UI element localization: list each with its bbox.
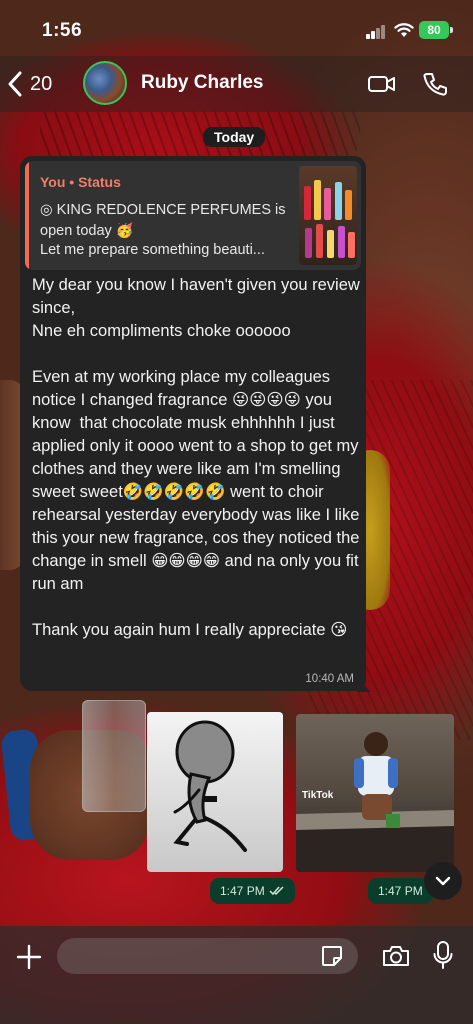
wifi-icon xyxy=(394,23,414,37)
date-divider: Today xyxy=(203,127,266,147)
message-text: My dear you know I haven't given you rev… xyxy=(32,276,360,639)
chevron-left-icon xyxy=(8,71,22,97)
camera-icon xyxy=(383,946,409,966)
quote-line-2: open today 🥳 xyxy=(40,223,134,239)
camera-button[interactable] xyxy=(380,940,412,972)
plus-icon xyxy=(16,944,42,970)
avatar[interactable] xyxy=(83,61,127,105)
quote-author: You • Status xyxy=(40,174,121,190)
sticker-figure xyxy=(173,720,247,852)
battery-tip xyxy=(450,27,453,33)
scroll-to-bottom-button[interactable] xyxy=(424,862,462,900)
status-bar: 1:56 80 xyxy=(0,0,473,56)
message-input[interactable] xyxy=(57,938,358,974)
quote-line-1: ◎ KING REDOLENCE PERFUMES is xyxy=(40,202,286,218)
sticker-button[interactable] xyxy=(318,942,346,970)
video-time-pill: 1:47 PM xyxy=(368,878,433,904)
chevron-down-icon xyxy=(435,876,451,886)
cellular-signal-icon xyxy=(366,25,386,39)
video-call-icon xyxy=(368,76,395,92)
quote-accent-bar xyxy=(25,161,29,270)
video-time: 1:47 PM xyxy=(378,884,423,898)
status-time: 1:56 xyxy=(42,20,83,41)
back-button[interactable]: 20 xyxy=(8,66,52,102)
voice-message-button[interactable] xyxy=(430,938,456,972)
chat-header: 20 Ruby Charles xyxy=(0,56,473,112)
battery-level: 80 xyxy=(419,21,449,39)
contact-name[interactable]: Ruby Charles xyxy=(141,72,263,94)
tiktok-watermark: TikTok xyxy=(302,790,334,801)
video-thumbnail[interactable]: TikTok xyxy=(296,714,454,872)
sticker-image[interactable] xyxy=(147,712,283,872)
sticker-time: 1:47 PM xyxy=(220,884,265,898)
video-call-button[interactable] xyxy=(366,68,398,100)
status-thumbnail xyxy=(299,166,357,265)
message-bubble[interactable]: You • Status ◎ KING REDOLENCE PERFUMES i… xyxy=(20,156,366,691)
message-time: 10:40 AM xyxy=(305,673,354,685)
voice-call-button[interactable] xyxy=(419,68,451,100)
quoted-status[interactable]: You • Status ◎ KING REDOLENCE PERFUMES i… xyxy=(25,161,361,270)
sticker-time-pill: 1:47 PM xyxy=(210,878,295,904)
read-receipt-icon xyxy=(269,886,284,896)
sticker-icon xyxy=(322,946,342,966)
unread-count: 20 xyxy=(30,72,53,95)
attach-button[interactable] xyxy=(14,942,44,972)
microphone-icon xyxy=(433,941,453,969)
phone-icon xyxy=(423,73,447,96)
quote-line-3: Let me prepare something beauti... xyxy=(40,242,265,258)
message-input-bar xyxy=(0,926,473,1024)
